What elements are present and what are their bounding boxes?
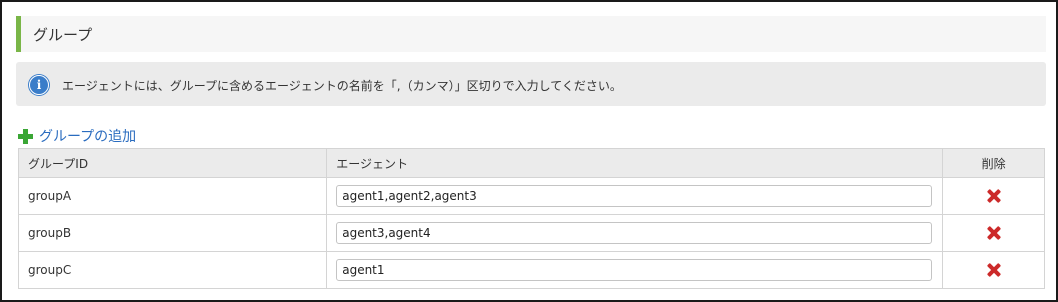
delete-cell <box>942 177 1045 215</box>
delete-icon[interactable] <box>987 189 1001 203</box>
header-delete: 削除 <box>942 148 1045 178</box>
table-row: groupA <box>17 177 1045 215</box>
section-title: グループ <box>33 26 93 44</box>
agent-input[interactable] <box>336 222 933 244</box>
group-settings-panel: グループ i エージェントには、グループに含めるエージェントの名前を「,（カンマ… <box>0 0 1058 302</box>
agent-cell <box>326 251 944 289</box>
agent-cell <box>326 177 944 215</box>
delete-cell <box>942 214 1045 252</box>
delete-icon[interactable] <box>987 226 1001 240</box>
add-group-label: グループの追加 <box>39 129 137 145</box>
add-group-link[interactable]: グループの追加 <box>18 126 136 146</box>
group-id-cell: groupB <box>17 214 328 252</box>
table-row: groupC <box>17 251 1045 289</box>
section-header: グループ <box>16 16 1046 52</box>
plus-icon <box>18 128 33 144</box>
agent-cell <box>326 214 944 252</box>
table-row: groupB <box>17 214 1045 252</box>
group-id-cell: groupA <box>17 177 328 215</box>
agent-input[interactable] <box>336 185 933 207</box>
agent-input[interactable] <box>336 259 933 281</box>
delete-icon[interactable] <box>987 263 1001 277</box>
table-header-row: グループID エージェント 削除 <box>17 148 1045 178</box>
group-table: グループID エージェント 削除 groupA groupB <box>17 148 1045 289</box>
delete-cell <box>942 251 1045 289</box>
group-id-cell: groupC <box>17 251 328 289</box>
info-text: エージェントには、グループに含めるエージェントの名前を「,（カンマ）」区切りで入… <box>62 79 622 93</box>
info-icon: i <box>29 75 49 95</box>
header-group-id: グループID <box>17 148 328 178</box>
info-message: i エージェントには、グループに含めるエージェントの名前を「,（カンマ）」区切り… <box>16 62 1046 106</box>
header-agent: エージェント <box>326 148 944 178</box>
